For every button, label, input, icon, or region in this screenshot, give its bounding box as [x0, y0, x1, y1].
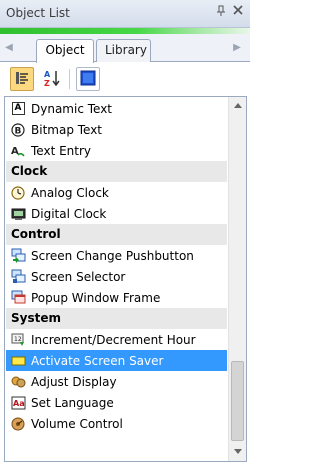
screen-change-icon [10, 248, 26, 264]
svg-text:A: A [11, 146, 19, 157]
list-item-label: Screen Change Pushbutton [31, 248, 194, 263]
tab-library-label: Library [105, 43, 147, 57]
tab-scroll-left-icon[interactable]: ◀ [4, 42, 14, 54]
svg-text:Aa: Aa [13, 399, 25, 408]
toolbar-separator [69, 69, 70, 89]
screen-selector-icon [10, 269, 26, 285]
tab-library[interactable]: Library [96, 39, 151, 62]
panel-title: Object List [6, 6, 70, 20]
list-item-label: Set Language [31, 395, 114, 410]
list-item-set-language[interactable]: Aa Set Language [6, 392, 227, 413]
category-clock[interactable]: Clock [6, 161, 227, 182]
svg-text:12: 12 [14, 336, 22, 343]
list-item-label: Activate Screen Saver [31, 353, 164, 368]
scrollbar-thumb[interactable] [231, 361, 244, 441]
pin-icon[interactable] [214, 5, 228, 19]
tab-object[interactable]: Object [36, 39, 94, 63]
category-control[interactable]: Control [6, 224, 227, 245]
increment-hour-icon: 12 [10, 332, 26, 348]
list-item-label: Popup Window Frame [31, 290, 161, 305]
list-item-label: Bitmap Text [31, 122, 103, 137]
tab-object-label: Object [45, 43, 85, 57]
scroll-up-icon[interactable] [229, 97, 246, 114]
list-item-bitmap-text[interactable]: B Bitmap Text [6, 119, 227, 140]
panel-title-bar: Object List [0, 0, 250, 28]
digital-clock-icon [10, 206, 26, 222]
list-item-dynamic-text[interactable]: A Dynamic Text [6, 98, 227, 119]
tab-strip: ◀ Object Library ▶ [0, 34, 250, 63]
list-item-label: Dynamic Text [31, 101, 113, 116]
vertical-scrollbar[interactable] [228, 97, 246, 461]
categorized-icon [14, 70, 30, 89]
svg-text:B: B [15, 126, 22, 136]
list-item-popup-window-frame[interactable]: Popup Window Frame [6, 287, 227, 308]
screen-saver-icon [10, 353, 26, 369]
list-item-label: Screen Selector [31, 269, 126, 284]
categorized-view-button[interactable] [10, 67, 34, 91]
dynamic-text-icon: A [10, 101, 26, 117]
sort-az-button[interactable]: A Z [40, 67, 64, 91]
list-item-screen-change-pushbutton[interactable]: Screen Change Pushbutton [6, 245, 227, 266]
list-item-label: Digital Clock [31, 206, 107, 221]
category-system[interactable]: System [6, 308, 227, 329]
close-icon[interactable] [231, 5, 245, 19]
popup-window-icon [10, 290, 26, 306]
sort-az-icon: A Z [43, 69, 61, 90]
list-item-label: Analog Clock [31, 185, 109, 200]
list-item-screen-selector[interactable]: Screen Selector [6, 266, 227, 287]
tab-scroll-right-icon[interactable]: ▶ [232, 42, 242, 54]
list-item-analog-clock[interactable]: Analog Clock [6, 182, 227, 203]
volume-control-icon [10, 416, 26, 432]
set-language-icon: Aa [10, 395, 26, 411]
list-item-label: Text Entry [31, 143, 92, 158]
list-item-label: Increment/Decrement Hour [31, 332, 196, 347]
text-entry-icon: A [10, 143, 26, 159]
list-item-label: Volume Control [31, 416, 123, 431]
list-toolbar: A Z [0, 62, 250, 96]
scroll-down-icon[interactable] [229, 444, 246, 461]
list-item-adjust-display[interactable]: Adjust Display [6, 371, 227, 392]
svg-text:Z: Z [44, 79, 50, 87]
list-item-label: Adjust Display [31, 374, 117, 389]
list-item-text-entry[interactable]: A Text Entry [6, 140, 227, 161]
object-list: A Dynamic Text B Bitmap Text A Text Entr… [4, 96, 247, 462]
list-item-digital-clock[interactable]: Digital Clock [6, 203, 227, 224]
analog-clock-icon [10, 185, 26, 201]
list-item-volume-control[interactable]: Volume Control [6, 413, 227, 434]
list-item-increment-decrement-hour[interactable]: 12 Increment/Decrement Hour [6, 329, 227, 350]
property-pages-button[interactable] [76, 67, 100, 91]
adjust-display-icon [10, 374, 26, 390]
bitmap-text-icon: B [10, 122, 26, 138]
property-pages-icon [80, 70, 96, 89]
list-item-activate-screen-saver[interactable]: Activate Screen Saver [6, 350, 227, 371]
svg-text:A: A [44, 70, 51, 79]
